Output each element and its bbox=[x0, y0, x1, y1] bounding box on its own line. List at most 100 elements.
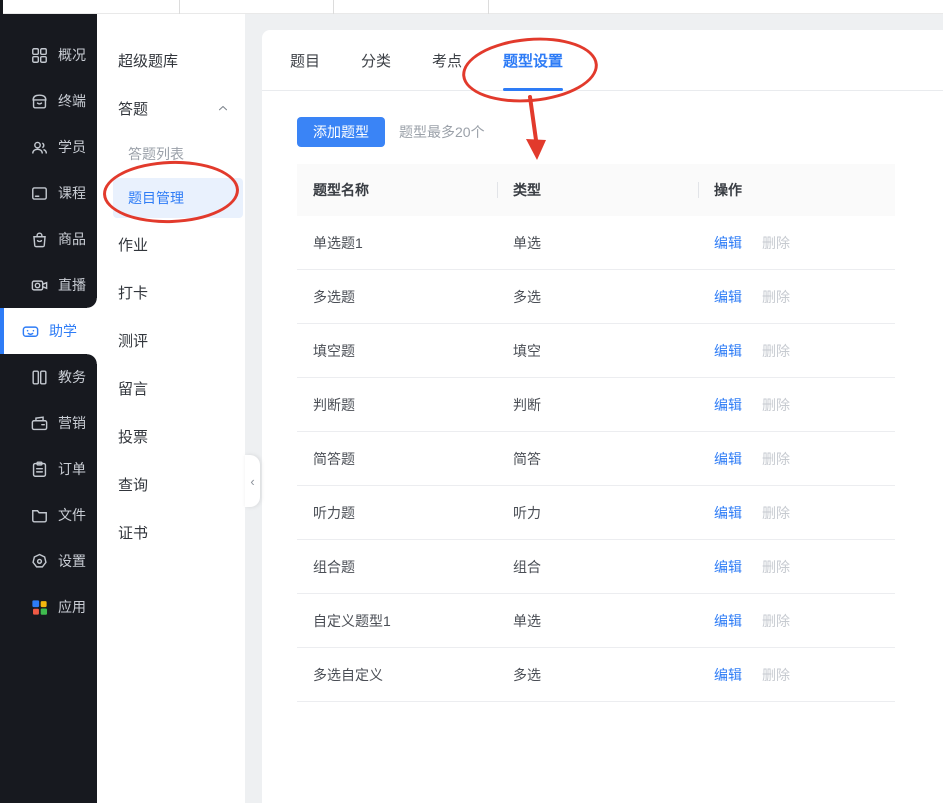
header-name: 题型名称 bbox=[313, 182, 369, 198]
cell-type: 组合 bbox=[513, 558, 541, 575]
secondary-nav-item[interactable]: 答题列表 bbox=[97, 132, 245, 176]
storefront-icon bbox=[30, 92, 49, 111]
primary-nav-item[interactable]: 商品 bbox=[0, 216, 97, 262]
tab[interactable]: 考点 bbox=[432, 30, 462, 91]
edit-link[interactable]: 编辑 bbox=[714, 341, 742, 361]
secondary-nav-label: 答题 bbox=[118, 100, 149, 118]
primary-nav-item[interactable]: 课程 bbox=[0, 170, 97, 216]
secondary-nav-item[interactable]: 超级题库 bbox=[97, 36, 245, 84]
cell-actions: 编辑 删除 bbox=[698, 233, 895, 253]
tab-label: 考点 bbox=[432, 52, 463, 70]
primary-nav-item[interactable]: 教务 bbox=[0, 354, 97, 400]
secondary-nav-item[interactable]: 留言 bbox=[97, 364, 245, 412]
secondary-nav-item[interactable]: 答题 bbox=[97, 84, 245, 132]
settings-icon bbox=[30, 552, 49, 571]
edit-link[interactable]: 编辑 bbox=[714, 395, 742, 415]
cell-type-name: 填空题 bbox=[313, 342, 355, 359]
table-row: 多选自定义 多选 编辑 删除 bbox=[297, 648, 895, 702]
add-question-type-button[interactable]: 添加题型 bbox=[297, 117, 385, 147]
delete-link[interactable]: 删除 bbox=[762, 665, 790, 685]
primary-nav-item[interactable]: 文件 bbox=[0, 492, 97, 538]
delete-link[interactable]: 删除 bbox=[762, 287, 790, 307]
academic-icon bbox=[30, 368, 49, 387]
secondary-nav-label: 证书 bbox=[118, 524, 149, 542]
edit-link[interactable]: 编辑 bbox=[714, 611, 742, 631]
question-type-table: 题型名称 类型 操作 单选题1 单选 编辑 删除 多选题 多选 编辑 删除 填空… bbox=[297, 164, 895, 702]
chevron-up-icon[interactable] bbox=[217, 102, 229, 114]
tab[interactable]: 题型设置 bbox=[503, 30, 564, 91]
primary-nav-item[interactable]: 应用 bbox=[0, 584, 97, 630]
secondary-nav-item[interactable]: 查询 bbox=[97, 460, 245, 508]
cell-type-name: 简答题 bbox=[313, 450, 355, 467]
primary-nav-label: 终端 bbox=[58, 93, 86, 109]
secondary-nav-label: 作业 bbox=[118, 236, 149, 254]
edit-link[interactable]: 编辑 bbox=[714, 449, 742, 469]
table-row: 单选题1 单选 编辑 删除 bbox=[297, 216, 895, 270]
course-icon bbox=[30, 184, 49, 203]
edit-link[interactable]: 编辑 bbox=[714, 557, 742, 577]
delete-link[interactable]: 删除 bbox=[762, 395, 790, 415]
tab-divider bbox=[179, 0, 180, 14]
secondary-nav-item[interactable]: 证书 bbox=[97, 508, 245, 556]
primary-nav-item[interactable]: 学员 bbox=[0, 124, 97, 170]
table-row: 填空题 填空 编辑 删除 bbox=[297, 324, 895, 378]
primary-nav-item[interactable]: 助学 bbox=[0, 298, 97, 364]
tab-divider bbox=[488, 0, 489, 14]
primary-nav-label: 概况 bbox=[58, 47, 86, 63]
toolbar: 添加题型 题型最多20个 bbox=[297, 117, 943, 147]
primary-nav-item[interactable]: 订单 bbox=[0, 446, 97, 492]
delete-link[interactable]: 删除 bbox=[762, 557, 790, 577]
strip-left-edge bbox=[0, 0, 3, 14]
delete-link[interactable]: 删除 bbox=[762, 233, 790, 253]
primary-nav-item[interactable]: 直播 bbox=[0, 262, 97, 308]
delete-link[interactable]: 删除 bbox=[762, 449, 790, 469]
table-row: 简答题 简答 编辑 删除 bbox=[297, 432, 895, 486]
edit-link[interactable]: 编辑 bbox=[714, 287, 742, 307]
cell-actions: 编辑 删除 bbox=[698, 395, 895, 415]
max-types-hint: 题型最多20个 bbox=[399, 124, 485, 140]
primary-sidebar: 概况 终端 学员 课程 商品 直播 助学 教务 营销 订单 文件 设置 应用 bbox=[0, 14, 97, 803]
secondary-nav-item[interactable]: 投票 bbox=[97, 412, 245, 460]
primary-nav-label: 直播 bbox=[58, 277, 86, 293]
cell-type-name: 判断题 bbox=[313, 396, 355, 413]
header-type: 类型 bbox=[497, 180, 698, 200]
apps-icon bbox=[30, 598, 49, 617]
delete-link[interactable]: 删除 bbox=[762, 341, 790, 361]
cell-type: 听力 bbox=[513, 504, 541, 521]
delete-link[interactable]: 删除 bbox=[762, 611, 790, 631]
delete-link[interactable]: 删除 bbox=[762, 503, 790, 523]
tab[interactable]: 题目 bbox=[290, 30, 320, 91]
app-window: 概况 终端 学员 课程 商品 直播 助学 教务 营销 订单 文件 设置 应用 超… bbox=[0, 0, 943, 803]
primary-nav-item[interactable]: 概况 bbox=[0, 32, 97, 78]
cell-type: 多选 bbox=[513, 288, 541, 305]
secondary-nav-item[interactable]: 题目管理 bbox=[97, 176, 245, 220]
primary-nav-label: 营销 bbox=[58, 415, 86, 431]
primary-nav-label: 学员 bbox=[58, 139, 86, 155]
sidebar-collapse-handle[interactable]: ‹ bbox=[245, 455, 260, 507]
table-row: 自定义题型1 单选 编辑 删除 bbox=[297, 594, 895, 648]
cell-actions: 编辑 删除 bbox=[698, 557, 895, 577]
table-row: 听力题 听力 编辑 删除 bbox=[297, 486, 895, 540]
secondary-nav-label: 留言 bbox=[118, 380, 149, 398]
tab-label: 题型设置 bbox=[503, 52, 564, 70]
primary-nav-label: 商品 bbox=[58, 231, 86, 247]
cell-actions: 编辑 删除 bbox=[698, 449, 895, 469]
primary-nav-item[interactable]: 终端 bbox=[0, 78, 97, 124]
cell-type: 判断 bbox=[513, 396, 541, 413]
cell-type-name: 多选自定义 bbox=[313, 666, 383, 683]
primary-nav-item[interactable]: 设置 bbox=[0, 538, 97, 584]
secondary-nav-item[interactable]: 打卡 bbox=[97, 268, 245, 316]
primary-nav-item[interactable]: 营销 bbox=[0, 400, 97, 446]
primary-nav-label: 设置 bbox=[58, 553, 86, 569]
secondary-nav-item[interactable]: 测评 bbox=[97, 316, 245, 364]
cell-actions: 编辑 删除 bbox=[698, 665, 895, 685]
edit-link[interactable]: 编辑 bbox=[714, 503, 742, 523]
secondary-nav-label: 打卡 bbox=[118, 284, 149, 302]
secondary-nav-item[interactable]: 作业 bbox=[97, 220, 245, 268]
table-row: 判断题 判断 编辑 删除 bbox=[297, 378, 895, 432]
edit-link[interactable]: 编辑 bbox=[714, 233, 742, 253]
cell-actions: 编辑 删除 bbox=[698, 287, 895, 307]
edit-link[interactable]: 编辑 bbox=[714, 665, 742, 685]
tab[interactable]: 分类 bbox=[361, 30, 391, 91]
tab-divider bbox=[333, 0, 334, 14]
